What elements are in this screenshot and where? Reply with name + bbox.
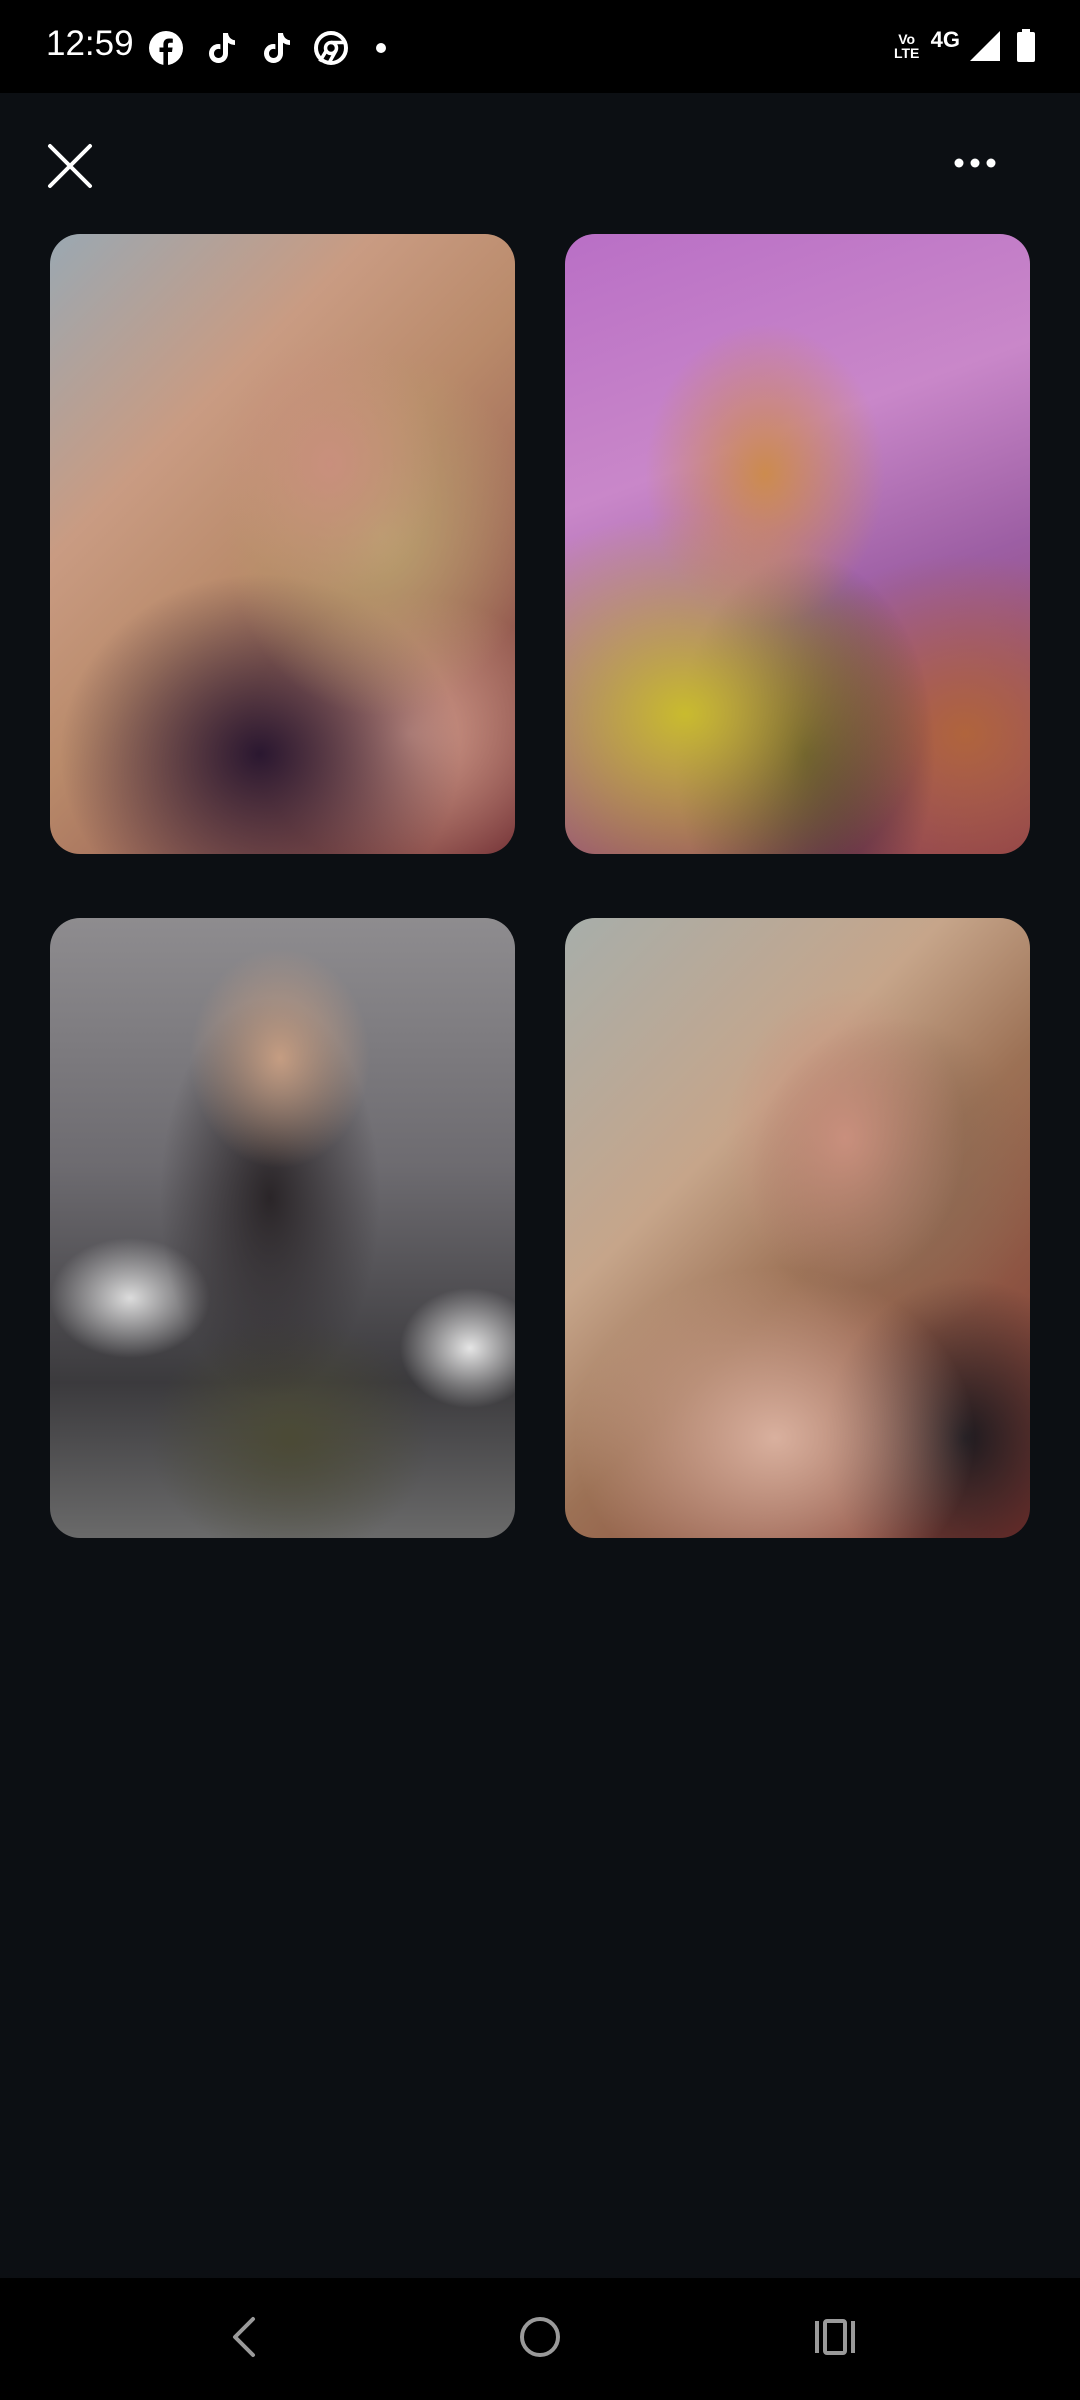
recents-icon — [813, 2317, 857, 2362]
home-button[interactable] — [480, 2278, 600, 2400]
close-icon — [46, 142, 94, 195]
back-button[interactable] — [184, 2278, 304, 2400]
tiktok-icon — [203, 30, 239, 66]
tiktok-icon — [258, 30, 294, 66]
photo-3[interactable] — [50, 918, 515, 1538]
recents-button[interactable] — [775, 2278, 895, 2400]
cell-signal-icon — [968, 29, 1002, 63]
more-notifications-dot — [376, 43, 386, 53]
volte-top-label: Vo — [898, 31, 916, 47]
close-button[interactable] — [40, 138, 100, 198]
status-indicators: Vo LTE 4G — [891, 26, 1036, 66]
more-options-button[interactable] — [945, 140, 1005, 190]
network-type: 4G — [930, 27, 960, 52]
chrome-icon — [313, 30, 349, 66]
home-circle-icon — [518, 2315, 562, 2364]
status-bar: 12:59 Vo LTE 4G — [0, 0, 1080, 93]
battery-icon — [1016, 29, 1036, 63]
photo-1[interactable] — [50, 234, 515, 854]
status-time: 12:59 — [46, 24, 134, 63]
photo-2[interactable] — [565, 234, 1030, 854]
more-horizontal-icon — [953, 156, 997, 174]
notification-icons — [148, 28, 405, 68]
volte-indicator: Vo LTE — [891, 32, 923, 60]
facebook-icon — [148, 30, 184, 66]
volte-bottom-label: LTE — [893, 45, 920, 61]
photo-4[interactable] — [565, 918, 1030, 1538]
back-chevron-icon — [229, 2315, 259, 2364]
navigation-bar — [0, 2278, 1080, 2400]
